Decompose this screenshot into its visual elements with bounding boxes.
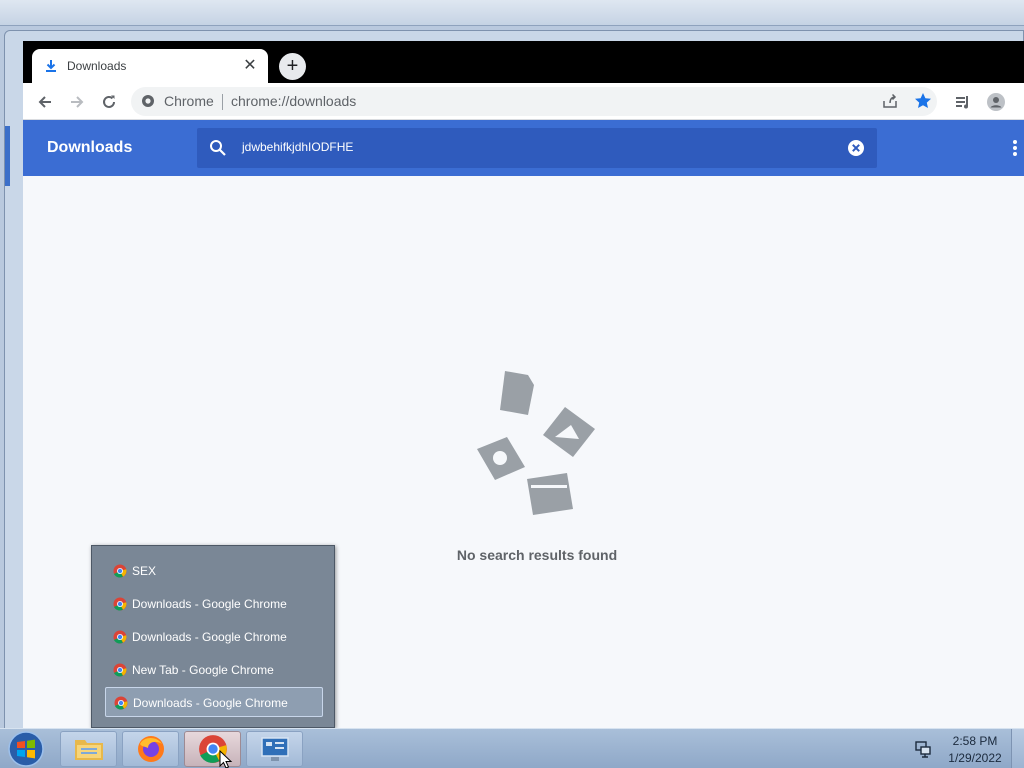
reload-button[interactable] (97, 90, 121, 114)
search-downloads-field[interactable]: jdwbehifkjdhIODFHE (197, 128, 877, 168)
browser-toolbar: Chrome chrome://downloads (23, 83, 1024, 120)
folder-icon (74, 740, 103, 760)
chrome-icon (113, 663, 127, 677)
more-options-icon[interactable] (1008, 137, 1018, 159)
share-icon[interactable] (881, 92, 899, 110)
list-item-label: New Tab - Google Chrome (132, 663, 274, 677)
tab-downloads[interactable]: Downloads ✕ (32, 49, 268, 83)
list-item-selected[interactable]: Downloads - Google Chrome (105, 687, 323, 717)
list-item[interactable]: SEX (105, 556, 323, 586)
reading-list-icon (956, 96, 968, 109)
clock-date[interactable]: 1/29/2022 (935, 751, 1015, 765)
firefox-icon (137, 736, 164, 762)
taskbar: 2:58 PM 1/29/2022 (0, 728, 1024, 768)
list-item[interactable]: Downloads - Google Chrome (105, 589, 323, 619)
list-item-label: Downloads - Google Chrome (132, 630, 287, 644)
list-item-label: Downloads - Google Chrome (132, 597, 287, 611)
background-window-titlebar (0, 0, 1024, 26)
forward-arrow-icon (71, 96, 84, 108)
download-icon (46, 60, 56, 72)
tab-close-icon[interactable]: ✕ (242, 58, 258, 74)
chrome-icon (113, 630, 127, 644)
search-icon (210, 140, 226, 156)
bookmark-star-icon[interactable] (913, 91, 933, 111)
chrome-icon (113, 597, 127, 611)
chrome-site-icon (142, 95, 154, 107)
taskbar-jump-list: SEX Downloads - Google Chrome Downloads … (91, 545, 335, 728)
taskbar-file-explorer[interactable] (60, 731, 117, 767)
chrome-icon (113, 564, 127, 578)
profile-button[interactable] (984, 90, 1008, 114)
profile-icon (987, 93, 1005, 111)
control-panel-icon (260, 737, 289, 761)
chrome-icon (114, 696, 128, 710)
back-button[interactable] (33, 90, 57, 114)
omnibox-separator (222, 94, 223, 110)
background-window-accent (5, 126, 10, 186)
no-downloads-illustration-icon (477, 371, 595, 515)
downloads-header: Downloads jdwbehifkjdhIODFHE (23, 120, 1024, 176)
new-tab-button[interactable]: + (279, 53, 306, 80)
forward-button[interactable] (65, 90, 89, 114)
search-input[interactable]: jdwbehifkjdhIODFHE (242, 140, 353, 154)
tab-strip: Downloads ✕ + (23, 41, 1024, 83)
windows-logo-icon (8, 731, 44, 767)
address-bar[interactable]: Chrome chrome://downloads (131, 87, 937, 116)
taskbar-control-panel[interactable] (246, 731, 303, 767)
taskbar-firefox[interactable] (122, 731, 179, 767)
reload-icon (103, 95, 115, 108)
clear-search-icon[interactable] (847, 139, 865, 157)
page-title: Downloads (47, 139, 133, 156)
tab-title: Downloads (67, 59, 127, 73)
back-arrow-icon (38, 96, 51, 108)
list-item-label: SEX (132, 564, 157, 578)
url-text[interactable]: chrome://downloads (231, 93, 356, 109)
list-item-label: Downloads - Google Chrome (133, 696, 288, 710)
list-item[interactable]: Downloads - Google Chrome (105, 622, 323, 652)
list-item[interactable]: New Tab - Google Chrome (105, 655, 323, 685)
reading-list-button[interactable] (951, 90, 975, 114)
network-tray-icon[interactable] (914, 740, 932, 758)
mouse-cursor-icon (219, 750, 233, 768)
clock-time[interactable]: 2:58 PM (935, 734, 1015, 748)
start-button[interactable] (6, 731, 46, 767)
show-desktop-button[interactable] (1011, 729, 1024, 768)
site-label: Chrome (164, 93, 214, 109)
